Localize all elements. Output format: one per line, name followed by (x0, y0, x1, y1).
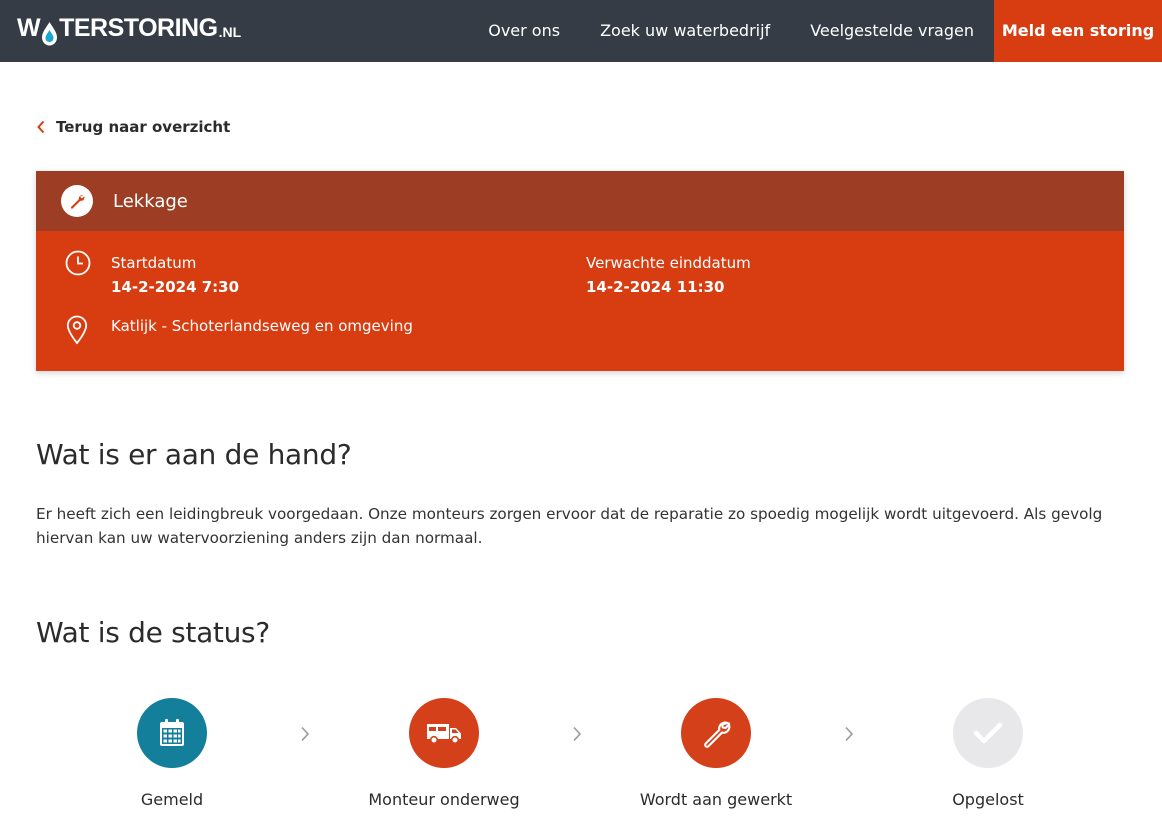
start-date: Startdatum 14-2-2024 7:30 (111, 252, 239, 299)
status-step-gemeld: Gemeld (72, 698, 272, 809)
site-header: W A TERSTORING .NL Over ons Zoek uw wate… (0, 0, 1162, 62)
start-date-value: 14-2-2024 7:30 (111, 278, 240, 296)
main-nav: Over ons Zoek uw waterbedrijf Veelgestel… (468, 0, 1162, 62)
start-date-label: Startdatum (111, 254, 197, 272)
incident-description: Er heeft zich een leidingbreuk voorgedaa… (36, 505, 1103, 547)
meld-storing-button[interactable]: Meld een storing (994, 0, 1162, 62)
van-icon (409, 698, 479, 768)
incident-card: Lekkage Startdatum 14-2-2024 7:30 Verwac… (36, 171, 1124, 371)
calendar-icon (137, 698, 207, 768)
nav-over-ons[interactable]: Over ons (468, 0, 580, 62)
logo-suffix: .NL (218, 24, 242, 40)
status-step-monteur-onderweg: Monteur onderweg (344, 698, 544, 809)
section-heading-status: Wat is de status? (36, 616, 270, 649)
status-label-opgelost: Opgelost (952, 790, 1024, 809)
logo-drop-a: A (40, 14, 59, 46)
chevron-right-icon (845, 726, 854, 742)
status-step-opgelost: Opgelost (888, 698, 1088, 809)
incident-card-body: Startdatum 14-2-2024 7:30 Verwachte eind… (36, 231, 1124, 371)
chevron-right-icon (301, 726, 310, 742)
incident-card-header: Lekkage (36, 171, 1124, 231)
end-date-label: Verwachte einddatum (586, 254, 751, 272)
nav-veelgestelde-vragen[interactable]: Veelgestelde vragen (790, 0, 994, 62)
wrench-icon (61, 185, 93, 217)
end-date: Verwachte einddatum 14-2-2024 11:30 (586, 252, 751, 299)
wrench-icon (681, 698, 751, 768)
check-icon (953, 698, 1023, 768)
section-heading-what: Wat is er aan de hand? (36, 438, 352, 471)
back-to-overview-link[interactable]: Terug naar overzicht (36, 118, 230, 136)
logo-text-w: W (17, 14, 41, 42)
chevron-right-icon (573, 726, 582, 742)
incident-location: Katlijk - Schoterlandseweg en omgeving (111, 315, 413, 338)
clock-icon (65, 250, 91, 276)
status-label-gemeld: Gemeld (140, 790, 204, 809)
end-date-value: 14-2-2024 11:30 (586, 278, 725, 296)
location-pin-icon (66, 315, 88, 345)
incident-type: Lekkage (113, 190, 188, 212)
back-link-label: Terug naar overzicht (56, 118, 231, 136)
status-label-wordt-aan-gewerkt: Wordt aan gewerkt (639, 790, 793, 809)
chevron-left-icon (37, 120, 45, 134)
water-drop-icon (42, 22, 58, 46)
logo-text-rest: TERSTORING (59, 14, 218, 42)
status-label-monteur-onderweg: Monteur onderweg (368, 790, 520, 809)
location-text: Katlijk - Schoterlandseweg en omgeving (111, 317, 413, 335)
nav-zoek-waterbedrijf[interactable]: Zoek uw waterbedrijf (580, 0, 790, 62)
status-step-wordt-aan-gewerkt: Wordt aan gewerkt (616, 698, 816, 809)
site-logo[interactable]: W A TERSTORING .NL (17, 14, 241, 48)
